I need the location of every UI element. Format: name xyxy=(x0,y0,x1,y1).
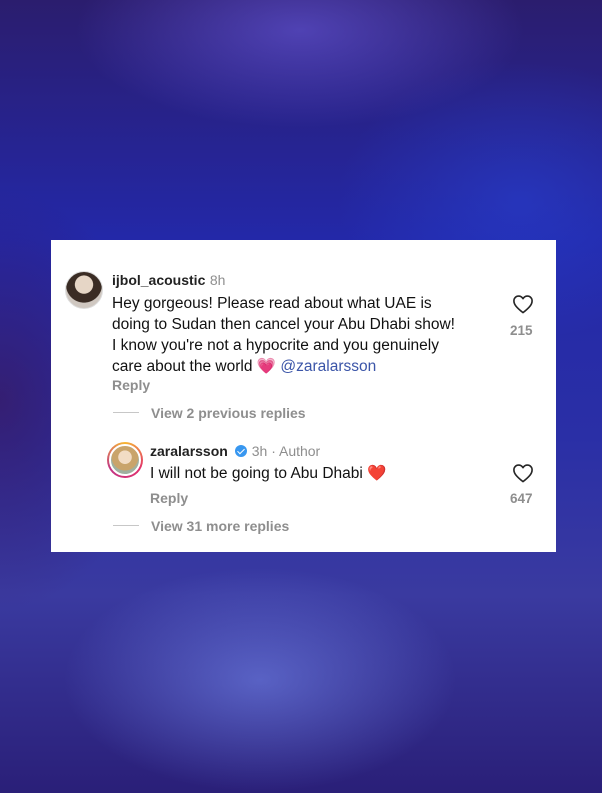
view-more-replies[interactable]: View 31 more replies xyxy=(151,518,289,534)
commenter-username[interactable]: ijbol_acoustic xyxy=(112,272,205,288)
heart-outline-icon[interactable] xyxy=(512,294,534,314)
heart-outline-icon[interactable] xyxy=(512,463,534,483)
reply-text: I will not be going to Abu Dhabi ❤️ xyxy=(150,463,386,484)
comment-line: Hey gorgeous! Please read about what UAE… xyxy=(112,295,432,312)
comment-line: I know you're not a hypocrite and you ge… xyxy=(112,337,439,354)
comment-line: care about the world xyxy=(112,358,253,375)
verified-badge-icon xyxy=(235,445,248,457)
reply-header: zaralarsson 3h · Author xyxy=(150,443,320,461)
reply-line: I will not be going to Abu Dhabi xyxy=(150,465,363,482)
reply-like-count: 647 xyxy=(510,491,533,506)
comment-header: ijbol_acoustic 8h xyxy=(112,272,225,290)
reply-time: 3h · Author xyxy=(251,443,321,459)
reply-avatar[interactable] xyxy=(107,442,143,478)
comment-text: Hey gorgeous! Please read about what UAE… xyxy=(112,293,502,377)
thread-divider xyxy=(113,525,139,526)
mention-link[interactable]: @zaralarsson xyxy=(280,358,376,375)
comment-reply-button[interactable]: Reply xyxy=(112,377,150,393)
comment-like-count: 215 xyxy=(510,323,533,338)
view-previous-replies[interactable]: View 2 previous replies xyxy=(151,405,306,421)
comment-line: doing to Sudan then cancel your Abu Dhab… xyxy=(112,316,455,333)
thread-divider xyxy=(113,412,139,413)
comment-card: ijbol_acoustic 8h Hey gorgeous! Please r… xyxy=(51,240,556,552)
reply-reply-button[interactable]: Reply xyxy=(150,490,188,506)
red-heart-emoji: ❤️ xyxy=(367,465,387,482)
comment-time: 8h xyxy=(209,272,226,288)
reply-username[interactable]: zaralarsson xyxy=(150,443,228,459)
commenter-avatar[interactable] xyxy=(65,271,103,309)
heart-emoji: 💗 xyxy=(256,358,277,375)
